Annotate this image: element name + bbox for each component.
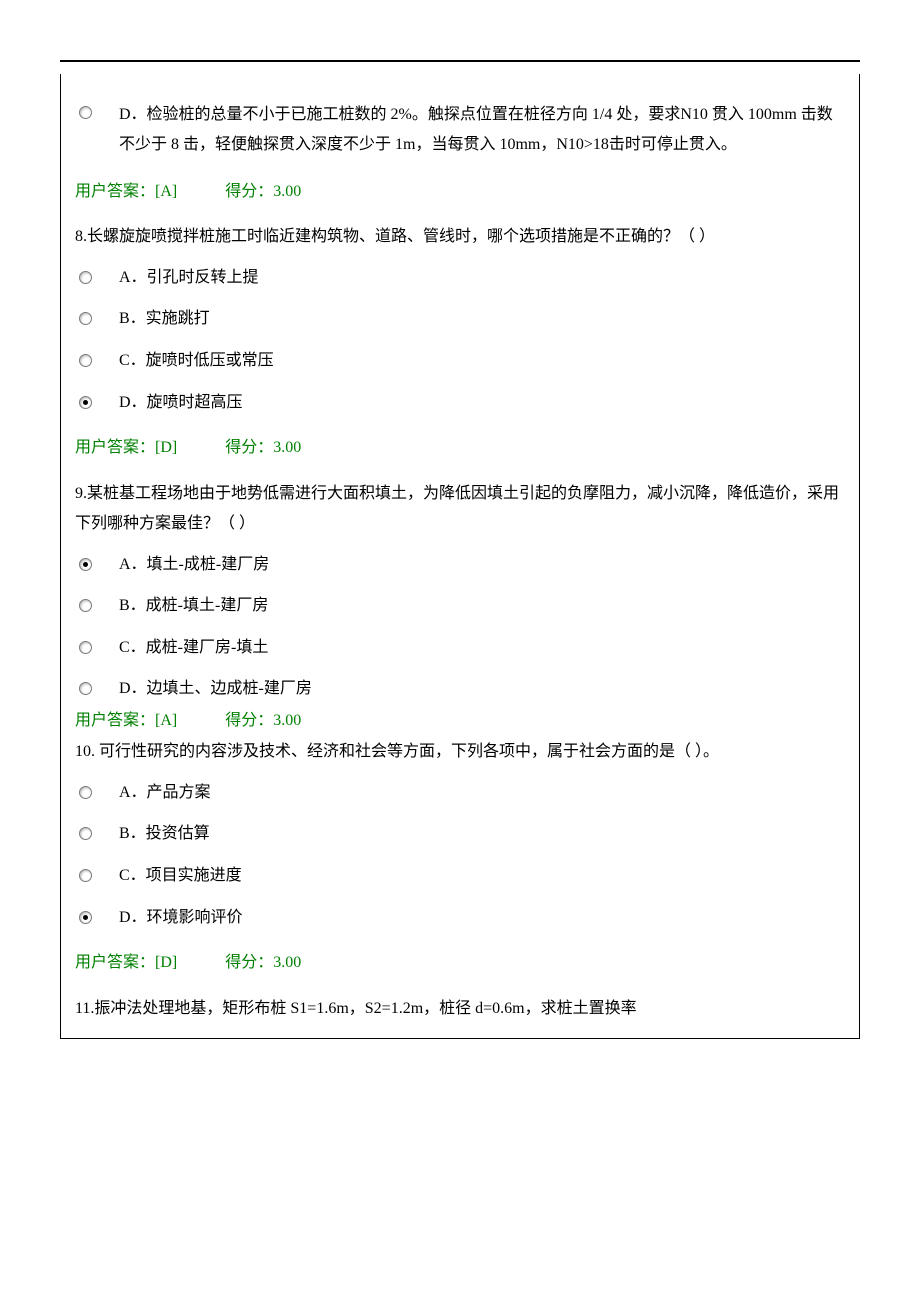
q9-option-b-row: B．成桩-填土-建厂房: [75, 593, 843, 621]
q9-b-radio-col: [75, 593, 119, 621]
answer-label: 用户答案：: [75, 183, 155, 200]
answer-label: 用户答案：: [75, 712, 155, 729]
q10-option-c-text: C．项目实施进度: [119, 863, 843, 889]
q8-c-radio-col: [75, 348, 119, 376]
q8-option-d-row: D．旋喷时超高压: [75, 390, 843, 418]
q8-score-value: 3.00: [273, 439, 301, 456]
q8-option-a-text: A．引孔时反转上提: [119, 265, 843, 291]
q9-prompt: 9.某桩基工程场地由于地势低需进行大面积填土，为降低因填土引起的负摩阻力，减小沉…: [75, 479, 843, 540]
q8-answer-key: [D]: [155, 439, 177, 456]
radio-icon[interactable]: [79, 106, 92, 119]
q7-answer-key: [A]: [155, 183, 177, 200]
q9-option-d-text: D．边填土、边成桩-建厂房: [119, 676, 843, 702]
q9-option-d-row: D．边填土、边成桩-建厂房: [75, 676, 843, 704]
q7-option-d-radio-col: [75, 100, 119, 128]
q9-answer-key: [A]: [155, 712, 177, 729]
radio-icon[interactable]: [79, 599, 92, 612]
q10-option-b-row: B．投资估算: [75, 821, 843, 849]
q10-b-radio-col: [75, 821, 119, 849]
q11-prompt: 11.振冲法处理地基，矩形布桩 S1=1.6m，S2=1.2m，桩径 d=0.6…: [75, 994, 843, 1024]
q10-score-value: 3.00: [273, 954, 301, 971]
q9-option-a-row: A．填土-成桩-建厂房: [75, 552, 843, 580]
q8-option-c-text: C．旋喷时低压或常压: [119, 348, 843, 374]
q8-a-radio-col: [75, 265, 119, 293]
q10-option-b-text: B．投资估算: [119, 821, 843, 847]
q10-option-a-row: A．产品方案: [75, 780, 843, 808]
q9-d-radio-col: [75, 676, 119, 704]
q7-score-value: 3.00: [273, 183, 301, 200]
radio-icon[interactable]: [79, 911, 92, 924]
radio-icon[interactable]: [79, 312, 92, 325]
answer-label: 用户答案：: [75, 439, 155, 456]
radio-icon[interactable]: [79, 354, 92, 367]
q9-option-c-row: C．成桩-建厂房-填土: [75, 635, 843, 663]
answer-label: 用户答案：: [75, 954, 155, 971]
q8-b-radio-col: [75, 306, 119, 334]
q8-option-b-row: B．实施跳打: [75, 306, 843, 334]
q8-option-c-row: C．旋喷时低压或常压: [75, 348, 843, 376]
q10-option-d-text: D．环境影响评价: [119, 905, 843, 931]
radio-icon[interactable]: [79, 827, 92, 840]
q10-d-radio-col: [75, 905, 119, 933]
content-box: D．检验桩的总量不小于已施工桩数的 2%。触探点位置在桩径方向 1/4 处，要求…: [60, 74, 860, 1039]
q10-option-c-row: C．项目实施进度: [75, 863, 843, 891]
score-label: 得分：: [225, 712, 273, 729]
radio-icon[interactable]: [79, 271, 92, 284]
q7-answer-line: 用户答案：[A] 得分：3.00: [75, 179, 843, 205]
score-label: 得分：: [225, 954, 273, 971]
q8-answer-line: 用户答案：[D] 得分：3.00: [75, 435, 843, 461]
q9-option-b-text: B．成桩-填土-建厂房: [119, 593, 843, 619]
radio-icon[interactable]: [79, 558, 92, 571]
q10-c-radio-col: [75, 863, 119, 891]
q9-option-c-text: C．成桩-建厂房-填土: [119, 635, 843, 661]
q8-option-a-row: A．引孔时反转上提: [75, 265, 843, 293]
score-label: 得分：: [225, 439, 273, 456]
q10-answer-key: [D]: [155, 954, 177, 971]
q9-answer-line: 用户答案：[A] 得分：3.00: [75, 708, 843, 734]
q10-option-a-text: A．产品方案: [119, 780, 843, 806]
q10-option-d-row: D．环境影响评价: [75, 905, 843, 933]
q8-prompt: 8.长螺旋旋喷搅拌桩施工时临近建构筑物、道路、管线时，哪个选项措施是不正确的？（…: [75, 222, 843, 252]
q7-option-d-text: D．检验桩的总量不小于已施工桩数的 2%。触探点位置在桩径方向 1/4 处，要求…: [119, 100, 843, 161]
radio-icon[interactable]: [79, 396, 92, 409]
page-root: D．检验桩的总量不小于已施工桩数的 2%。触探点位置在桩径方向 1/4 处，要求…: [0, 0, 920, 1079]
q9-a-radio-col: [75, 552, 119, 580]
radio-icon[interactable]: [79, 682, 92, 695]
radio-icon[interactable]: [79, 641, 92, 654]
q10-prompt: 10. 可行性研究的内容涉及技术、经济和社会等方面，下列各项中，属于社会方面的是…: [75, 737, 843, 767]
q8-d-radio-col: [75, 390, 119, 418]
q9-option-a-text: A．填土-成桩-建厂房: [119, 552, 843, 578]
radio-icon[interactable]: [79, 786, 92, 799]
q7-option-d-row: D．检验桩的总量不小于已施工桩数的 2%。触探点位置在桩径方向 1/4 处，要求…: [75, 100, 843, 161]
header-rule: [60, 60, 860, 62]
q10-a-radio-col: [75, 780, 119, 808]
q8-option-b-text: B．实施跳打: [119, 306, 843, 332]
q9-c-radio-col: [75, 635, 119, 663]
radio-icon[interactable]: [79, 869, 92, 882]
score-label: 得分：: [225, 183, 273, 200]
q9-score-value: 3.00: [273, 712, 301, 729]
q8-option-d-text: D．旋喷时超高压: [119, 390, 843, 416]
q10-answer-line: 用户答案：[D] 得分：3.00: [75, 950, 843, 976]
